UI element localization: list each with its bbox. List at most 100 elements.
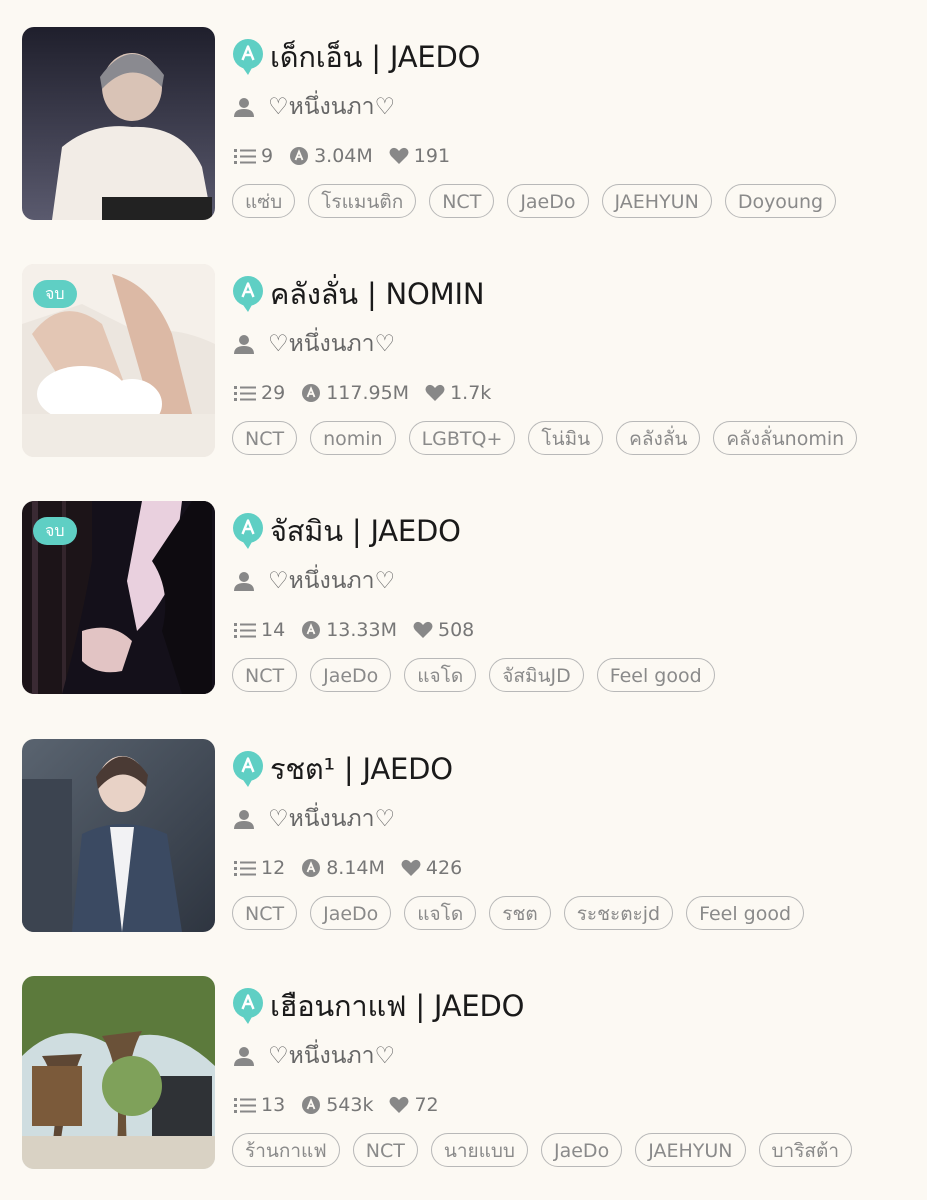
chapter-count: 12 (234, 857, 285, 879)
like-count-value: 191 (413, 145, 451, 167)
a-speech-bubble-icon (233, 988, 263, 1024)
tag-chip[interactable]: ร้านกาแฟ (232, 1133, 340, 1167)
story-card[interactable]: เฮือนกาแฟ | JAEDO ♡หนึ่งนภา♡ 13 543k 72 … (0, 976, 927, 1176)
story-cover-image[interactable] (22, 27, 215, 220)
story-info: คลังลั่น | NOMIN ♡หนึ่งนภา♡ 29 117.95M 1… (232, 264, 912, 464)
stats-row: 14 13.33M 508 (234, 617, 490, 643)
a-speech-bubble-icon (233, 751, 263, 787)
story-card[interactable]: เด็กเอ็น | JAEDO ♡หนึ่งนภา♡ 9 3.04M 191 … (0, 27, 927, 227)
tag-chip[interactable]: แจโด (404, 658, 477, 692)
a-speech-bubble-icon (233, 39, 263, 75)
chapter-count-value: 9 (261, 145, 274, 167)
chapter-count: 13 (234, 1094, 285, 1116)
like-count-value: 508 (437, 619, 475, 641)
person-icon (234, 98, 254, 117)
tag-chip[interactable]: NCT (232, 421, 298, 455)
tag-chip[interactable]: NCT (232, 658, 298, 692)
story-card[interactable]: จบ คลังลั่น | NOMIN ♡หนึ่งนภา♡ 29 117.95… (0, 264, 927, 464)
stats-row: 12 8.14M 426 (234, 855, 478, 881)
heart-icon (425, 384, 445, 401)
tag-chip[interactable]: NCT (352, 1133, 418, 1167)
tag-chip[interactable]: แจโด (404, 896, 477, 930)
title-row: คลังลั่น | NOMIN (232, 271, 485, 317)
tag-chip[interactable]: คลังลั่นnomin (713, 421, 858, 455)
story-card[interactable]: รชต¹ | JAEDO ♡หนึ่งนภา♡ 12 8.14M 426 NCT… (0, 739, 927, 939)
chapter-count-value: 14 (261, 619, 286, 641)
person-icon (234, 810, 254, 829)
tags-row: แซ่บ โรแมนติก NCT JaeDo JAEHYUN Doyoung (232, 184, 884, 224)
tags-row: NCT JaeDo แจโด รชต ระชะตะjd Feel good (232, 896, 884, 936)
tag-chip[interactable]: NCT (232, 896, 298, 930)
tag-chip[interactable]: JaeDo (541, 1133, 623, 1167)
like-count-value: 1.7k (450, 382, 492, 404)
tag-chip[interactable]: JaeDo (310, 896, 392, 930)
tag-chip[interactable]: JaeDo (507, 184, 589, 218)
tag-chip[interactable]: จัสมินJD (489, 658, 584, 692)
author-name[interactable]: ♡หนึ่งนภา♡ (268, 801, 395, 837)
tag-chip[interactable]: Feel good (686, 896, 805, 930)
view-count-value: 13.33M (326, 619, 397, 641)
chapter-count-value: 13 (261, 1094, 286, 1116)
story-cover-image[interactable]: จบ (22, 501, 215, 694)
list-icon (234, 623, 256, 638)
story-title[interactable]: เฮือนกาแฟ | JAEDO (270, 983, 524, 1029)
view-count-value: 543k (326, 1094, 374, 1116)
view-count-value: 117.95M (326, 382, 410, 404)
tag-chip[interactable]: JaeDo (310, 658, 392, 692)
a-speech-bubble-icon (233, 513, 263, 549)
author-row[interactable]: ♡หนึ่งนภา♡ (234, 91, 395, 123)
story-cover-image[interactable] (22, 976, 215, 1169)
tag-chip[interactable]: รชต (489, 896, 551, 930)
stats-row: 9 3.04M 191 (234, 143, 466, 169)
tag-chip[interactable]: NCT (429, 184, 495, 218)
stats-row: 29 117.95M 1.7k (234, 380, 507, 406)
tag-chip[interactable]: LGBTQ+ (408, 421, 516, 455)
tag-chip[interactable]: nomin (310, 421, 396, 455)
story-card[interactable]: จบ จัสมิน | JAEDO ♡หนึ่งนภา♡ 14 13.33M 5… (0, 501, 927, 701)
story-info: เฮือนกาแฟ | JAEDO ♡หนึ่งนภา♡ 13 543k 72 … (232, 976, 912, 1176)
view-count: 543k (301, 1094, 373, 1116)
story-title[interactable]: จัสมิน | JAEDO (270, 508, 461, 554)
title-row: รชต¹ | JAEDO (232, 749, 453, 789)
chapter-count: 14 (234, 619, 285, 641)
story-list: เด็กเอ็น | JAEDO ♡หนึ่งนภา♡ 9 3.04M 191 … (0, 0, 927, 1200)
list-icon (234, 1098, 256, 1113)
tag-chip[interactable]: โน่มิน (528, 421, 604, 455)
person-icon (234, 1047, 254, 1066)
story-title[interactable]: รชต¹ | JAEDO (270, 746, 453, 792)
like-count: 72 (389, 1094, 439, 1116)
author-row[interactable]: ♡หนึ่งนภา♡ (234, 803, 395, 835)
like-count-value: 426 (425, 857, 463, 879)
tag-chip[interactable]: โรแมนติก (308, 184, 417, 218)
tag-chip[interactable]: JAEHYUN (635, 1133, 746, 1167)
story-title[interactable]: เด็กเอ็น | JAEDO (270, 34, 480, 80)
finished-badge: จบ (33, 280, 77, 308)
tag-chip[interactable]: บาริสต้า (758, 1133, 853, 1167)
tags-row: NCT nomin LGBTQ+ โน่มิน คลังลั่น คลังลั่นnomi… (232, 421, 884, 461)
chapter-count: 29 (234, 382, 285, 404)
author-row[interactable]: ♡หนึ่งนภา♡ (234, 328, 395, 360)
tag-chip[interactable]: คลังลั่น (616, 421, 701, 455)
tag-chip[interactable]: ระชะตะjd (563, 896, 674, 930)
tag-chip[interactable]: Feel good (596, 658, 715, 692)
author-row[interactable]: ♡หนึ่งนภา♡ (234, 1040, 395, 1072)
tag-chip[interactable]: นายแบบ (430, 1133, 528, 1167)
author-name[interactable]: ♡หนึ่งนภา♡ (268, 326, 395, 362)
tag-chip[interactable]: JAEHYUN (601, 184, 712, 218)
author-name[interactable]: ♡หนึ่งนภา♡ (268, 89, 395, 125)
chapter-count: 9 (234, 145, 273, 167)
story-cover-image[interactable]: จบ (22, 264, 215, 457)
chapter-count-value: 12 (261, 857, 286, 879)
story-title[interactable]: คลังลั่น | NOMIN (270, 271, 485, 317)
story-cover-image[interactable] (22, 739, 215, 932)
like-count-value: 72 (414, 1094, 439, 1116)
tag-chip[interactable]: แซ่บ (232, 184, 296, 218)
tag-chip[interactable]: Doyoung (724, 184, 837, 218)
author-row[interactable]: ♡หนึ่งนภา♡ (234, 565, 395, 597)
author-name[interactable]: ♡หนึ่งนภา♡ (268, 1038, 395, 1074)
list-icon (234, 861, 256, 876)
story-info: เด็กเอ็น | JAEDO ♡หนึ่งนภา♡ 9 3.04M 191 … (232, 27, 912, 227)
list-icon (234, 149, 256, 164)
view-count: 13.33M (301, 619, 397, 641)
author-name[interactable]: ♡หนึ่งนภา♡ (268, 563, 395, 599)
